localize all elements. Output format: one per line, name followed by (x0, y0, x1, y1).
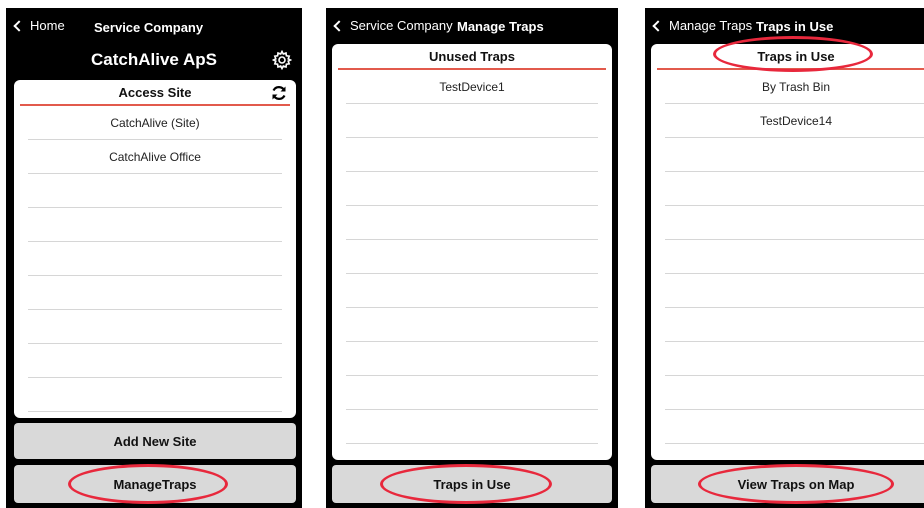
trap-rows: By Trash Bin TestDevice14 (651, 70, 924, 444)
list-item[interactable] (28, 310, 282, 344)
back-button[interactable]: Service Company (332, 18, 453, 33)
nav-bar: Home Service Company (6, 8, 302, 42)
list-header-label: Access Site (118, 84, 192, 100)
nav-bar: Service Company Manage Traps (326, 8, 618, 42)
back-label: Home (30, 18, 65, 33)
list-item[interactable] (28, 378, 282, 412)
list-item[interactable] (346, 206, 598, 240)
screen-traps-in-use: Manage Traps Traps in Use Traps in Use B… (645, 8, 924, 508)
list-header-label: Unused Traps (429, 48, 515, 64)
list-item[interactable] (346, 104, 598, 138)
chevron-left-icon (13, 19, 25, 32)
list-item[interactable] (28, 242, 282, 276)
list-header: Access Site (20, 80, 290, 106)
list-item[interactable] (665, 206, 924, 240)
list-item[interactable] (346, 172, 598, 206)
screen-access-site: Home Service Company CatchAlive ApS Acce… (6, 8, 302, 508)
list-item[interactable] (665, 172, 924, 206)
list-item[interactable] (346, 138, 598, 172)
list-item[interactable] (346, 376, 598, 410)
list-item[interactable] (665, 308, 924, 342)
list-header: Traps in Use (657, 44, 924, 70)
list-item[interactable]: CatchAlive Office (28, 140, 282, 174)
traps-in-use-button[interactable]: Traps in Use (332, 465, 612, 503)
list-item[interactable] (28, 174, 282, 208)
list-item[interactable] (665, 342, 924, 376)
gear-icon[interactable] (272, 50, 292, 70)
chevron-left-icon (333, 19, 345, 32)
chevron-left-icon (652, 19, 664, 32)
list-item[interactable] (346, 342, 598, 376)
site-rows: CatchAlive (Site) CatchAlive Office (14, 106, 296, 412)
list-item[interactable] (28, 208, 282, 242)
nav-title: Service Company (94, 20, 204, 35)
view-traps-on-map-button[interactable]: View Traps on Map (651, 465, 924, 503)
back-label: Manage Traps (669, 18, 753, 33)
add-new-site-button[interactable]: Add New Site (14, 423, 296, 459)
unused-traps-list: Unused Traps TestDevice1 (332, 44, 612, 460)
company-title: CatchAlive ApS (91, 50, 217, 69)
list-item[interactable] (665, 240, 924, 274)
trap-rows: TestDevice1 (332, 70, 612, 444)
list-item[interactable] (665, 274, 924, 308)
list-item[interactable] (665, 138, 924, 172)
screen-manage-traps: Service Company Manage Traps Unused Trap… (326, 8, 618, 508)
back-button[interactable]: Manage Traps (651, 18, 752, 33)
list-header-label: Traps in Use (757, 48, 835, 64)
list-header: Unused Traps (338, 44, 606, 70)
traps-in-use-list: Traps in Use By Trash Bin TestDevice14 (651, 44, 924, 460)
list-item[interactable] (28, 276, 282, 310)
list-item[interactable] (346, 410, 598, 444)
list-item[interactable] (665, 410, 924, 444)
list-item[interactable] (346, 274, 598, 308)
list-item[interactable]: CatchAlive (Site) (28, 106, 282, 140)
nav-title: Traps in Use (756, 19, 834, 34)
list-item[interactable] (28, 344, 282, 378)
access-site-list: Access Site CatchAlive (Site) CatchAlive … (14, 80, 296, 418)
list-item[interactable]: TestDevice14 (665, 104, 924, 138)
nav-bar: Manage Traps Traps in Use (645, 8, 924, 42)
list-item[interactable]: TestDevice1 (346, 70, 598, 104)
manage-traps-button[interactable]: ManageTraps (14, 465, 296, 503)
list-item[interactable] (665, 376, 924, 410)
back-label: Service Company (350, 18, 453, 33)
list-item[interactable] (346, 308, 598, 342)
nav-title: Manage Traps (457, 19, 544, 34)
back-button[interactable]: Home (12, 18, 65, 33)
list-item[interactable] (346, 240, 598, 274)
list-item[interactable]: By Trash Bin (665, 70, 924, 104)
refresh-icon[interactable] (270, 84, 288, 102)
